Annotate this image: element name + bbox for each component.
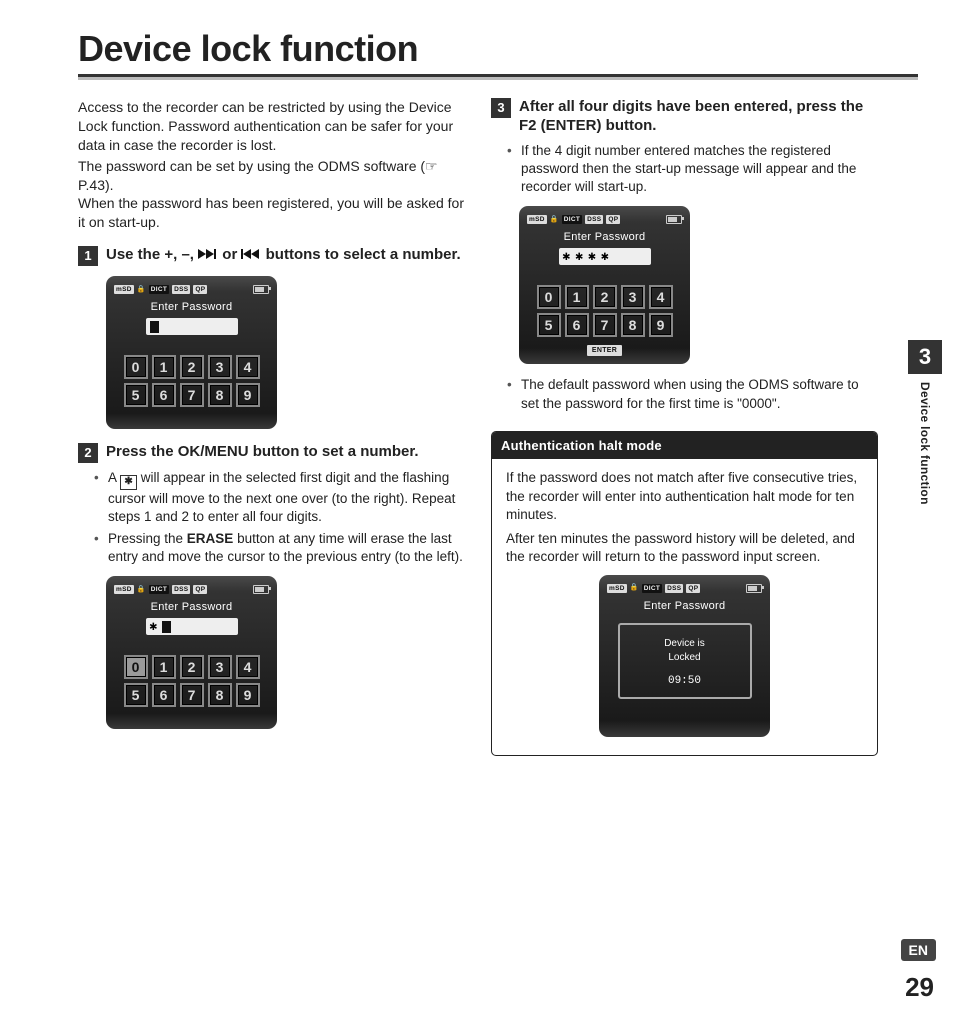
key-9: 9 [236,383,260,407]
step-2-b2-b: ERASE [187,531,234,546]
device-screenshot-3: mSD 🔒 DICT DSS QP Enter Password ✱ ✱ ✱ ✱… [519,206,690,364]
step-2-text-b: OK/MENU [178,443,249,460]
keypad: 0 1 2 3 4 5 6 7 8 9 [114,355,269,421]
chapter-number: 3 [908,340,942,374]
status-qp: QP [193,285,207,294]
right-column: 3 After all four digits have been entere… [491,98,878,756]
status-sd: mSD [114,285,134,294]
step-3: 3 After all four digits have been entere… [491,98,878,136]
key-1: 1 [152,355,176,379]
battery-icon [253,285,269,294]
rewind-icon [241,246,261,263]
key-8: 8 [208,383,232,407]
note-heading: Authentication halt mode [492,432,877,460]
step-3-title: After all four digits have been entered,… [519,98,878,136]
intro-1: Access to the recorder can be restricted… [78,98,465,155]
note-p2: After ten minutes the password history w… [506,530,863,566]
step-2-bullet-1: •A ✱ will appear in the selected first d… [108,469,465,526]
step-2-b1-b: will appear in the selected first digit … [108,470,455,524]
step-2: 2 Press the OK/MENU button to set a numb… [78,443,465,463]
language-badge: EN [901,939,936,961]
authentication-halt-note: Authentication halt mode If the password… [491,431,878,756]
password-field [146,318,238,335]
page-number: 29 [905,972,934,1003]
key-4: 4 [236,355,260,379]
note-p1: If the password does not match after fiv… [506,469,863,524]
key-0-selected: 0 [124,655,148,679]
step-1-text-b: or [222,246,241,263]
intro-2: The password can be set by using the ODM… [78,157,465,195]
key-2: 2 [180,355,204,379]
chapter-tab: 3 Device lock function [908,340,942,505]
key-7: 7 [180,383,204,407]
step-2-b1-a: A [108,470,120,485]
step-2-number: 2 [78,443,98,463]
step-1-text-c: buttons to select a number. [266,246,461,263]
lock-message: Device is Locked 09:50 [618,623,752,699]
device-screenshot-locked: mSD 🔒 DICT DSS QP Enter Password Device … [599,575,770,738]
title-rule [78,74,918,82]
key-3: 3 [208,355,232,379]
step-1: 1 Use the +, –, or buttons to select a n… [78,246,465,266]
lock-icon: 🔒 [137,285,146,294]
password-field: ✱ ✱ ✱ ✱ [559,248,651,265]
step-2-text-a: Press the [106,443,178,460]
status-dict: DICT [149,285,169,294]
lock-timer: 09:50 [624,674,746,689]
key-0: 0 [124,355,148,379]
step-1-text-a: Use the +, –, [106,246,198,263]
step-3-number: 3 [491,98,511,118]
intro-3: When the password has been registered, y… [78,194,465,232]
step-1-number: 1 [78,246,98,266]
step-3-bullet-2: •The default password when using the ODM… [521,376,878,412]
enter-password-label: Enter Password [114,300,269,315]
step-3-bullet-1: •If the 4 digit number entered matches t… [521,142,878,197]
key-5: 5 [124,383,148,407]
password-field: ✱ [146,618,238,635]
device-screenshot-2: mSD 🔒 DICT DSS QP Enter Password ✱ 0 1 2… [106,576,277,729]
chapter-label: Device lock function [918,382,932,505]
key-6: 6 [152,383,176,407]
step-2-bullet-2: •Pressing the ERASE button at any time w… [108,530,465,566]
status-dss: DSS [172,285,190,294]
softkey-enter: ENTER [587,345,622,356]
step-2-b2-a: Pressing the [108,531,187,546]
device-screenshot-1: mSD 🔒 DICT DSS QP Enter Password 0 1 2 3… [106,276,277,429]
left-column: Access to the recorder can be restricted… [78,98,465,756]
star-icon: ✱ [120,475,137,490]
page-title: Device lock function [78,28,954,70]
step-2-text-c: button to set a number. [249,443,419,460]
fast-forward-icon [198,246,218,263]
